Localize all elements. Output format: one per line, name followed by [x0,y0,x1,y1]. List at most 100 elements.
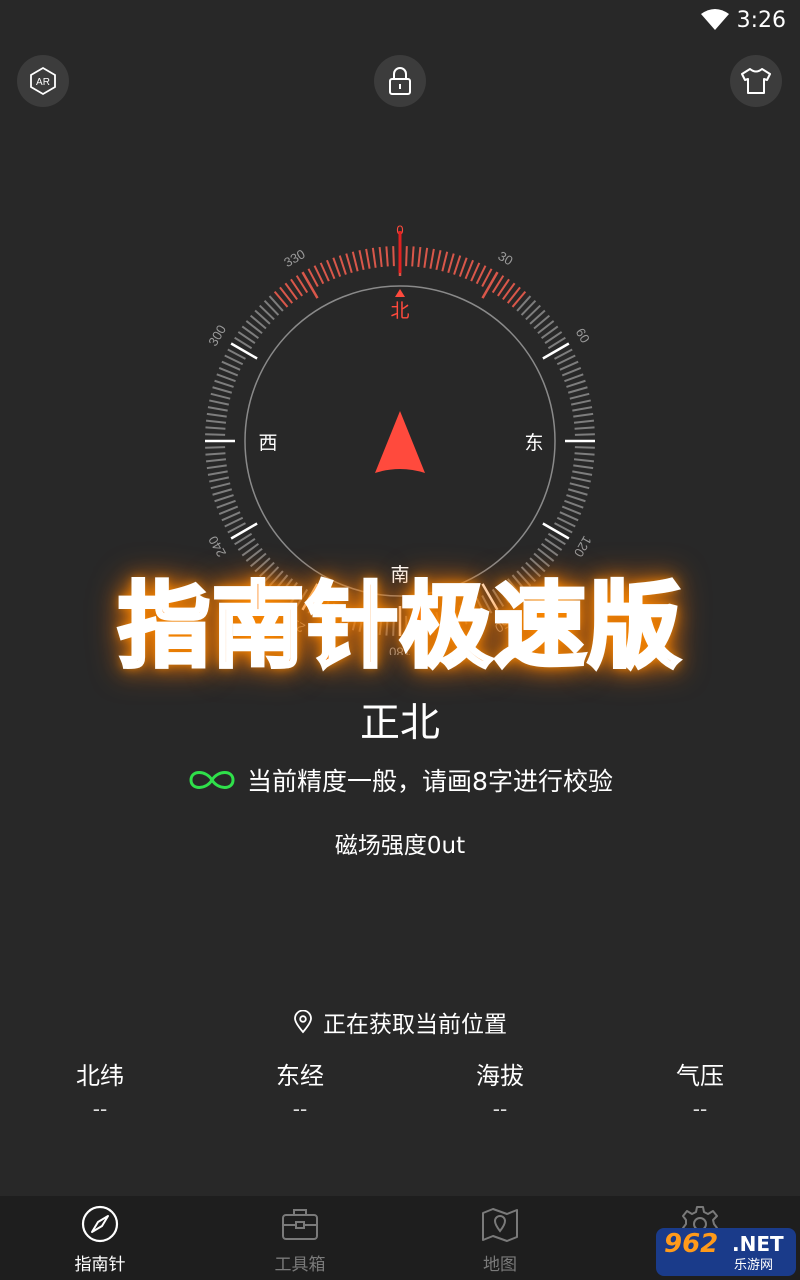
compass-tick [561,505,582,515]
stat-pressure: 气压 -- [600,1056,800,1121]
compass-tick [572,470,593,476]
compass-tick [230,342,258,360]
compass-tick [207,470,228,476]
west-label: 西 [258,432,277,454]
stat-value: -- [692,1097,708,1121]
east-label: 东 [524,432,543,454]
compass-tick [405,246,408,267]
compass-tick [205,458,227,463]
status-bar: 3:26 [0,0,800,44]
compass-tick [216,499,236,509]
north-label: 北 [390,300,409,322]
compass-tick [205,452,226,456]
compass-tick [205,446,226,449]
compass-tick [206,464,227,470]
accuracy-row[interactable]: 当前精度一般，请画8字进行校验 [0,762,800,798]
compass-tick [218,367,239,377]
compass-tick [206,412,227,418]
lock-button[interactable] [374,55,426,107]
stat-altitude: 海拔 -- [400,1056,600,1121]
compass-tick [574,452,595,456]
stat-longitude: 东经 -- [200,1056,400,1121]
stat-value: -- [292,1097,308,1121]
compass-tick [214,379,234,388]
location-text: 正在获取当前位置 [323,1012,507,1038]
watermark-net: .NET [732,1232,784,1256]
stat-label: 海拔 [476,1062,524,1090]
north-marker-icon [395,289,405,297]
compass-tick [574,426,595,430]
compass-tick [209,399,230,406]
compass-degree-label: 30 [496,248,516,268]
nav-item-toolbox[interactable]: 工具箱 [200,1196,400,1280]
compass-tick [216,373,236,383]
promo-banner-title: 指南针极速版 [116,571,682,682]
compass-tick [423,247,429,268]
nav-item-map[interactable]: 地图 [400,1196,600,1280]
map-icon [482,1208,518,1242]
compass-tick [435,250,442,271]
stat-label: 北纬 [76,1062,124,1090]
compass-tick [447,253,455,274]
compass-tick [207,406,228,412]
compass-tick [338,255,347,275]
compass-tick [570,476,591,483]
compass-degree-label: 330 [281,246,307,270]
compass-tick [212,386,233,394]
compass-tick [573,419,595,424]
compass-tick [385,246,389,267]
needle-arrow-icon [375,411,425,473]
compass-tick [569,392,590,400]
compass-tick [481,271,499,299]
accuracy-text: 当前精度一般，请画8字进行校验 [247,767,613,796]
ar-icon: AR [30,66,56,96]
compass-tick [569,482,590,490]
compass-tick [214,494,234,503]
theme-button[interactable] [730,55,782,107]
nav-label: 工具箱 [274,1255,326,1275]
compass-tick [210,392,231,400]
svg-text:AR: AR [36,77,50,88]
compass-tick [358,250,365,271]
compass-degree-label: 300 [205,322,229,348]
compass-tick [221,511,241,522]
compass-tick [301,271,319,299]
compass-tick [205,426,226,430]
compass-tick [218,505,239,515]
nav-label: 地图 [483,1255,517,1275]
compass-tick [205,419,227,424]
nav-label: 指南针 [74,1255,126,1275]
compass-tick [573,464,594,470]
compass-tick [574,433,595,436]
toolbox-icon [282,1209,318,1240]
compass-tick [542,522,570,540]
compass-tick [319,262,330,282]
compass-tick [567,488,588,496]
site-watermark: 962 .NET 乐游网 [656,1228,796,1276]
stat-value: -- [92,1097,108,1121]
compass-tick [378,246,383,268]
compass-tick [417,246,422,268]
tshirt-icon [741,68,771,94]
compass-tick [210,482,231,490]
nav-item-compass[interactable]: 指南针 [0,1196,200,1280]
compass-tick [564,499,584,509]
location-pin-icon [294,1010,312,1034]
compass-tick [470,262,481,282]
ar-button[interactable]: AR [17,55,69,107]
compass-tick [230,522,258,540]
stat-latitude: 北纬 -- [0,1056,200,1121]
compass-tick [429,248,435,269]
compass-tick [371,247,377,268]
compass-tick [326,259,336,280]
compass-tick [573,458,595,463]
compass-tick [332,257,342,277]
compass-tick [574,446,595,449]
compass-tick [392,246,395,267]
compass-degree-label: 60 [573,325,593,345]
compass-tick [566,494,586,503]
compass-tick [561,367,582,377]
compass-tick [566,379,586,388]
stat-label: 气压 [676,1062,724,1090]
compass-degree-label: 120 [571,533,595,559]
